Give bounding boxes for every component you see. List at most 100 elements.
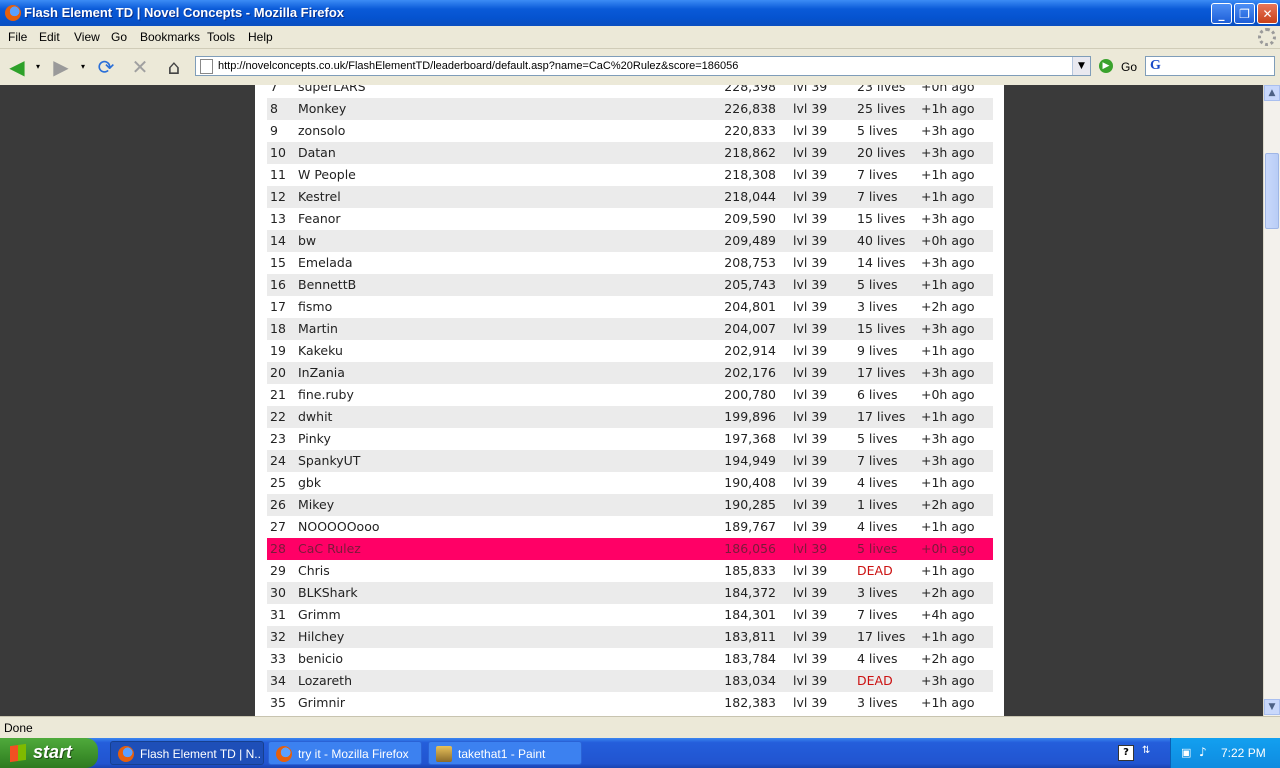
time-ago-cell: +3h ago	[921, 365, 975, 380]
menu-file[interactable]: File	[8, 30, 27, 44]
stop-icon[interactable]: ✕	[128, 55, 152, 79]
rank-cell: 14	[270, 233, 286, 248]
name-cell: Pinky	[298, 431, 331, 446]
table-row: 29 Chris 185,833 lvl 39 DEAD +1h ago	[267, 560, 993, 582]
time-ago-cell: +3h ago	[921, 255, 975, 270]
level-cell: lvl 39	[793, 673, 828, 688]
level-cell: lvl 39	[793, 519, 828, 534]
google-search-icon[interactable]: G	[1150, 58, 1161, 74]
back-dropdown-icon[interactable]: ▾	[33, 55, 43, 79]
url-dropdown-icon[interactable]: ▼	[1072, 57, 1090, 75]
volume-icon[interactable]: ♪	[1199, 745, 1207, 759]
name-cell: Monkey	[298, 101, 347, 116]
lives-cell: 40 lives	[857, 233, 906, 248]
rank-cell: 34	[270, 673, 286, 688]
lives-cell: 5 lives	[857, 277, 898, 292]
table-row: 18 Martin 204,007 lvl 39 15 lives +3h ago	[267, 318, 993, 340]
rank-cell: 7	[270, 85, 278, 94]
score-cell: 228,398	[724, 85, 776, 94]
menu-tools[interactable]: Tools	[207, 30, 235, 44]
table-row: 24 SpankyUT 194,949 lvl 39 7 lives +3h ago	[267, 450, 993, 472]
score-cell: 190,285	[724, 497, 776, 512]
go-icon[interactable]: ▶	[1099, 59, 1113, 73]
forward-dropdown-icon[interactable]: ▾	[78, 55, 88, 79]
score-cell: 182,383	[724, 695, 776, 710]
scroll-up-icon[interactable]: ▲	[1264, 85, 1280, 101]
url-input[interactable]	[218, 58, 1068, 74]
url-bar[interactable]: ▼	[195, 56, 1091, 76]
rank-cell: 33	[270, 651, 286, 666]
minimize-button[interactable]: _	[1211, 3, 1232, 24]
rank-cell: 17	[270, 299, 286, 314]
maximize-button[interactable]: ❐	[1234, 3, 1255, 24]
table-row: 17 fismo 204,801 lvl 39 3 lives +2h ago	[267, 296, 993, 318]
menu-view[interactable]: View	[74, 30, 100, 44]
time-ago-cell: +0h ago	[921, 387, 975, 402]
go-button[interactable]: Go	[1121, 60, 1137, 74]
network-icon[interactable]: ▣	[1181, 746, 1191, 759]
score-cell: 184,372	[724, 585, 776, 600]
back-icon[interactable]: ◀	[5, 55, 29, 79]
home-icon[interactable]: ⌂	[162, 55, 186, 79]
rank-cell: 10	[270, 145, 286, 160]
windows-logo-icon	[10, 743, 26, 763]
time-ago-cell: +1h ago	[921, 519, 975, 534]
time-ago-cell: +2h ago	[921, 497, 975, 512]
time-ago-cell: +3h ago	[921, 145, 975, 160]
scroll-down-icon[interactable]: ▼	[1264, 699, 1280, 715]
task-flash-element-td[interactable]: Flash Element TD | N...	[110, 741, 264, 765]
forward-icon[interactable]: ▶	[49, 55, 73, 79]
name-cell: superLARS	[298, 85, 366, 94]
start-button[interactable]: start	[0, 738, 98, 768]
level-cell: lvl 39	[793, 695, 828, 710]
table-row: 35 Grimnir 182,383 lvl 39 3 lives +1h ago	[267, 692, 993, 714]
menu-edit[interactable]: Edit	[39, 30, 60, 44]
search-input[interactable]: G	[1145, 56, 1275, 76]
table-row: 25 gbk 190,408 lvl 39 4 lives +1h ago	[267, 472, 993, 494]
rank-cell: 19	[270, 343, 286, 358]
tray-arrows-icon[interactable]: ⇅	[1142, 745, 1156, 759]
time-ago-cell: +1h ago	[921, 409, 975, 424]
name-cell: zonsolo	[298, 123, 346, 138]
rank-cell: 21	[270, 387, 286, 402]
menu-bookmarks[interactable]: Bookmarks	[140, 30, 200, 44]
lives-cell: 15 lives	[857, 321, 906, 336]
firefox-icon	[118, 746, 134, 762]
time-ago-cell: +2h ago	[921, 585, 975, 600]
close-button[interactable]: ✕	[1257, 3, 1278, 24]
time-ago-cell: +1h ago	[921, 277, 975, 292]
vertical-scrollbar[interactable]: ▲ ▼	[1263, 85, 1280, 716]
task-try-it-firefox[interactable]: try it - Mozilla Firefox	[268, 741, 422, 765]
level-cell: lvl 39	[793, 453, 828, 468]
lives-cell: 17 lives	[857, 365, 906, 380]
help-icon[interactable]: ?	[1118, 745, 1134, 761]
firefox-icon[interactable]	[5, 5, 21, 21]
status-text: Done	[4, 721, 33, 735]
menu-help[interactable]: Help	[248, 30, 273, 44]
time-ago-cell: +3h ago	[921, 211, 975, 226]
lives-cell: 5 lives	[857, 541, 898, 556]
name-cell: dwhit	[298, 409, 333, 424]
time-ago-cell: +2h ago	[921, 299, 975, 314]
scroll-thumb[interactable]	[1265, 153, 1279, 229]
name-cell: gbk	[298, 475, 322, 490]
firefox-icon	[276, 746, 292, 762]
score-cell: 199,896	[724, 409, 776, 424]
lives-cell: 17 lives	[857, 409, 906, 424]
score-cell: 183,034	[724, 673, 776, 688]
lives-cell: 14 lives	[857, 255, 906, 270]
page-content: 7 superLARS 228,398 lvl 39 23 lives +0h ago 8 M…	[0, 85, 1263, 716]
title-bar[interactable]: Flash Element TD | Novel Concepts - Mozi…	[0, 0, 1280, 26]
score-cell: 183,784	[724, 651, 776, 666]
level-cell: lvl 39	[793, 629, 828, 644]
level-cell: lvl 39	[793, 585, 828, 600]
name-cell: Kakeku	[298, 343, 343, 358]
task-paint[interactable]: takethat1 - Paint	[428, 741, 582, 765]
leaderboard-table: 7 superLARS 228,398 lvl 39 23 lives +0h ago 8 M…	[267, 85, 993, 714]
rank-cell: 31	[270, 607, 286, 622]
rank-cell: 11	[270, 167, 286, 182]
rank-cell: 16	[270, 277, 286, 292]
reload-icon[interactable]: ⟳	[94, 55, 118, 79]
menu-go[interactable]: Go	[111, 30, 127, 44]
system-tray: ▣ ♪ 7:22 PM	[1170, 738, 1280, 768]
